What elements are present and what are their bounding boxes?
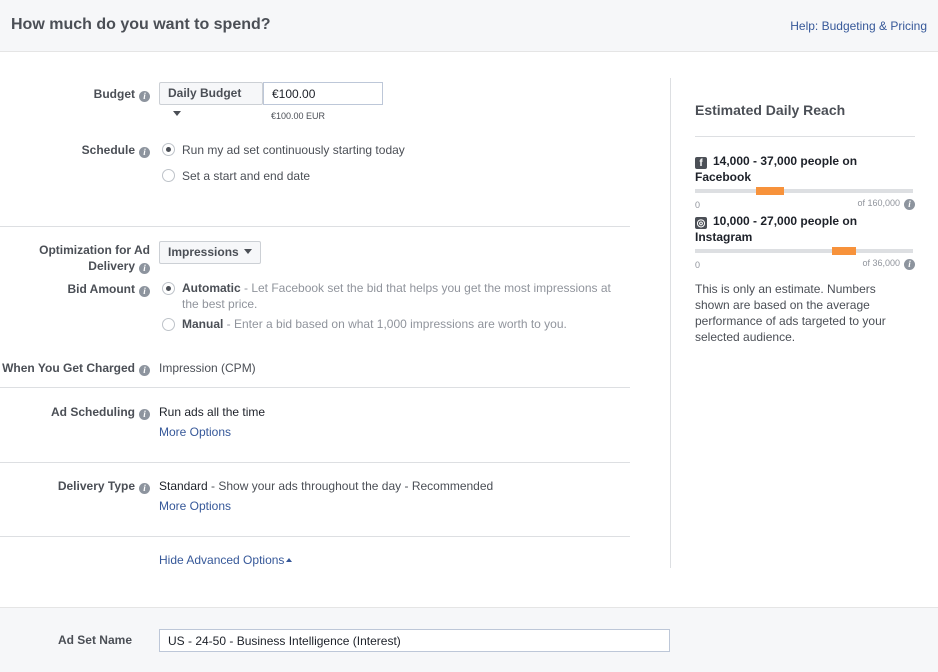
reach-facebook-text: f 14,000 - 37,000 people on Facebook [695, 154, 858, 184]
info-icon[interactable]: i [139, 483, 150, 494]
budget-type-dropdown[interactable]: Daily Budget [159, 82, 263, 116]
reach-disclaimer: This is only an estimate. Numbers shown … [695, 282, 886, 344]
page-title: How much do you want to spend? [11, 16, 271, 33]
info-icon[interactable]: i [139, 365, 150, 376]
charged-label: When You Get Charged i [0, 360, 150, 376]
reach-facebook-max: of 160,000 i [820, 198, 915, 210]
reach-title: Estimated Daily Reach [695, 102, 846, 118]
reach-instagram-text: ◎ 10,000 - 27,000 people on Instagram [695, 214, 858, 244]
bid-automatic-option[interactable]: Automatic - Let Facebook set the bid tha… [182, 280, 627, 312]
section-divider [0, 462, 630, 463]
reach-facebook-bar [695, 187, 913, 195]
bid-amount-label: Bid Amount i [0, 281, 150, 297]
delivery-type-value: Standard - Show your ads throughout the … [159, 479, 494, 493]
reach-divider [695, 136, 915, 137]
info-icon[interactable]: i [139, 286, 150, 297]
bid-automatic-radio[interactable] [162, 282, 175, 295]
help-link[interactable]: Help: Budgeting & Pricing [790, 19, 927, 33]
reach-facebook-min: 0 [695, 200, 701, 210]
optimization-label: Optimization for Ad Delivery i [39, 243, 150, 274]
chevron-down-icon [243, 249, 252, 254]
reach-facebook-range [756, 187, 785, 195]
section-divider [0, 536, 630, 537]
schedule-dates-radio[interactable] [162, 169, 175, 182]
ad-scheduling-label: Ad Scheduling i [0, 404, 150, 420]
reach-instagram-bar [695, 247, 913, 255]
column-divider [670, 78, 671, 568]
ad-scheduling-more-options-link[interactable]: More Options [159, 424, 231, 440]
info-icon[interactable]: i [139, 147, 150, 158]
info-icon[interactable]: i [904, 199, 915, 210]
reach-instagram-range [832, 247, 857, 255]
reach-instagram-max: of 36,000 i [820, 258, 915, 270]
facebook-icon: f [695, 157, 707, 169]
chevron-down-icon [173, 111, 181, 116]
ad-set-name-section: Ad Set Name [0, 607, 938, 672]
schedule-continuous-label[interactable]: Run my ad set continuously starting toda… [182, 142, 405, 158]
section-header: How much do you want to spend? Help: Bud… [0, 0, 938, 52]
hide-advanced-options-link[interactable]: Hide Advanced Options [159, 552, 293, 568]
delivery-type-label: Delivery Type i [0, 478, 150, 494]
schedule-label: Schedule i [0, 142, 150, 158]
info-icon[interactable]: i [139, 91, 150, 102]
info-icon[interactable]: i [139, 263, 150, 274]
info-icon[interactable]: i [904, 259, 915, 270]
instagram-icon: ◎ [695, 217, 707, 229]
section-divider [0, 226, 630, 227]
schedule-dates-label[interactable]: Set a start and end date [182, 168, 310, 184]
budget-label: Budget i [0, 86, 150, 102]
delivery-type-more-options-link[interactable]: More Options [159, 498, 231, 514]
bid-manual-radio[interactable] [162, 318, 175, 331]
section-divider [0, 387, 630, 388]
budget-amount-note: €100.00 EUR [271, 111, 326, 121]
ad-set-name-input[interactable] [159, 629, 670, 652]
info-icon[interactable]: i [139, 409, 150, 420]
chevron-up-icon [286, 558, 293, 562]
charged-value: Impression (CPM) [159, 361, 256, 375]
optimization-dropdown[interactable]: Impressions [159, 241, 261, 264]
bid-manual-option[interactable]: Manual - Enter a bid based on what 1,000… [182, 316, 627, 332]
schedule-continuous-radio[interactable] [162, 143, 175, 156]
budget-amount-input[interactable] [263, 82, 383, 105]
ad-set-name-label: Ad Set Name [57, 633, 132, 647]
reach-instagram-min: 0 [695, 260, 701, 270]
ad-scheduling-value: Run ads all the time [159, 405, 266, 419]
